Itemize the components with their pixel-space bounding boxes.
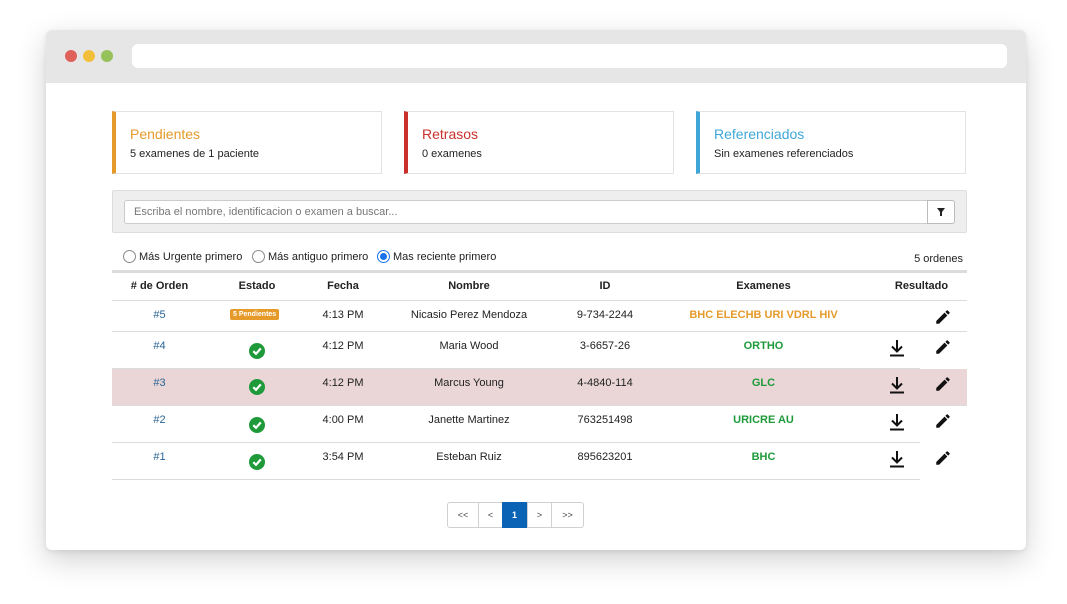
exam-list: BHC ELECHB URI VDRL HIV xyxy=(689,309,838,321)
order-link[interactable]: #1 xyxy=(112,451,207,463)
referenciados-title: Referenciados xyxy=(714,126,805,142)
filter-icon xyxy=(937,208,945,216)
pendientes-title: Pendientes xyxy=(130,126,201,142)
radio-circle[interactable] xyxy=(123,250,136,263)
header-order: # de Orden xyxy=(130,280,189,292)
patient-name: Esteban Ruiz xyxy=(436,451,502,463)
prev-page-button[interactable]: < xyxy=(478,502,503,528)
check-circle-icon xyxy=(249,454,265,470)
page-content: Pendientes 5 examenes de 1 paciente Retr… xyxy=(51,90,1021,546)
last-page-button[interactable]: >> xyxy=(551,502,584,528)
patient-id: 895623201 xyxy=(577,451,633,463)
table-row[interactable]: #1 3:54 PM Esteban Ruiz 895623201 BHC xyxy=(112,443,920,480)
retrasos-subtitle: 0 examenes xyxy=(422,148,482,160)
patient-id: 763251498 xyxy=(577,414,633,426)
pencil-icon[interactable] xyxy=(934,449,952,467)
maximize-window-dot[interactable] xyxy=(101,50,113,62)
table-row-highlighted[interactable]: #3 4:12 PM Marcus Young 4-4840-114 GLC xyxy=(112,369,967,406)
order-time: 4:12 PM xyxy=(322,340,364,352)
pencil-icon[interactable] xyxy=(934,308,952,326)
filter-button[interactable] xyxy=(927,200,955,224)
table-row[interactable]: #2 4:00 PM Janette Martinez 763251498 UR… xyxy=(112,406,920,443)
browser-window: Pendientes 5 examenes de 1 paciente Retr… xyxy=(46,30,1026,550)
referenciados-subtitle: Sin examenes referenciados xyxy=(714,148,854,160)
pencil-icon[interactable] xyxy=(934,412,952,430)
order-link[interactable]: #4 xyxy=(112,340,207,352)
order-time: 4:00 PM xyxy=(322,414,364,426)
pendientes-card[interactable]: Pendientes 5 examenes de 1 paciente xyxy=(112,111,382,174)
referenciados-card[interactable]: Referenciados Sin examenes referenciados xyxy=(696,111,966,174)
next-page-button[interactable]: > xyxy=(527,502,552,528)
sort-oldest-label: Más antiguo primero xyxy=(268,251,369,263)
radio-circle-selected[interactable] xyxy=(377,250,390,263)
order-time: 4:12 PM xyxy=(322,377,364,389)
download-icon[interactable] xyxy=(888,339,906,357)
search-input[interactable] xyxy=(124,200,928,224)
header-status: Estado xyxy=(238,280,276,292)
order-link[interactable]: #5 xyxy=(112,309,207,321)
page-1-button[interactable]: 1 xyxy=(502,502,527,528)
close-window-dot[interactable] xyxy=(65,50,77,62)
radio-circle[interactable] xyxy=(252,250,265,263)
retrasos-title: Retrasos xyxy=(422,126,479,142)
retrasos-card[interactable]: Retrasos 0 examenes xyxy=(404,111,674,174)
browser-titlebar xyxy=(46,30,1026,83)
exam-list: BHC xyxy=(751,451,776,463)
table-header: # de Orden Estado Fecha Nombre ID Examen… xyxy=(112,270,967,301)
address-bar[interactable] xyxy=(132,44,1007,68)
download-icon[interactable] xyxy=(888,450,906,468)
patient-id: 9-734-2244 xyxy=(576,309,634,321)
order-link[interactable]: #2 xyxy=(112,414,207,426)
exam-list: GLC xyxy=(751,377,776,389)
pencil-icon[interactable] xyxy=(934,375,952,393)
sort-newest-label: Mas reciente primero xyxy=(393,251,497,263)
table-row[interactable]: #4 4:12 PM Maria Wood 3-6657-26 ORTHO xyxy=(112,332,920,369)
order-count: 5 ordenes xyxy=(914,253,963,265)
download-icon[interactable] xyxy=(888,413,906,431)
patient-id: 4-4840-114 xyxy=(577,377,633,389)
exam-list: ORTHO xyxy=(743,340,784,352)
header-id: ID xyxy=(599,280,611,292)
pendientes-subtitle: 5 examenes de 1 paciente xyxy=(130,148,260,160)
check-circle-icon xyxy=(249,379,265,395)
pagination: << < 1 > >> xyxy=(447,502,584,528)
search-bar xyxy=(112,190,967,233)
order-link[interactable]: #3 xyxy=(112,377,207,389)
first-page-button[interactable]: << xyxy=(447,502,479,528)
sort-urgent-label: Más Urgente primero xyxy=(139,251,243,263)
check-circle-icon xyxy=(249,417,265,433)
exam-list: URICRE AU xyxy=(733,414,794,426)
pencil-icon[interactable] xyxy=(934,338,952,356)
download-icon[interactable] xyxy=(888,376,906,394)
patient-name: Marcus Young xyxy=(434,377,504,389)
header-exams: Examenes xyxy=(736,280,791,292)
patient-name: Nicasio Perez Mendoza xyxy=(410,309,528,321)
order-time: 4:13 PM xyxy=(322,309,364,321)
check-circle-icon xyxy=(249,343,265,359)
header-result: Resultado xyxy=(894,280,949,292)
patient-name: Janette Martinez xyxy=(428,414,510,426)
table-row[interactable]: #5 5 Pendientes 4:13 PM Nicasio Perez Me… xyxy=(112,301,967,332)
pending-badge: 5 Pendientes xyxy=(230,309,280,320)
header-date: Fecha xyxy=(327,280,359,292)
minimize-window-dot[interactable] xyxy=(83,50,95,62)
header-name: Nombre xyxy=(448,280,490,292)
patient-name: Maria Wood xyxy=(439,340,499,352)
order-time: 3:54 PM xyxy=(322,451,364,463)
patient-id: 3-6657-26 xyxy=(579,340,631,352)
